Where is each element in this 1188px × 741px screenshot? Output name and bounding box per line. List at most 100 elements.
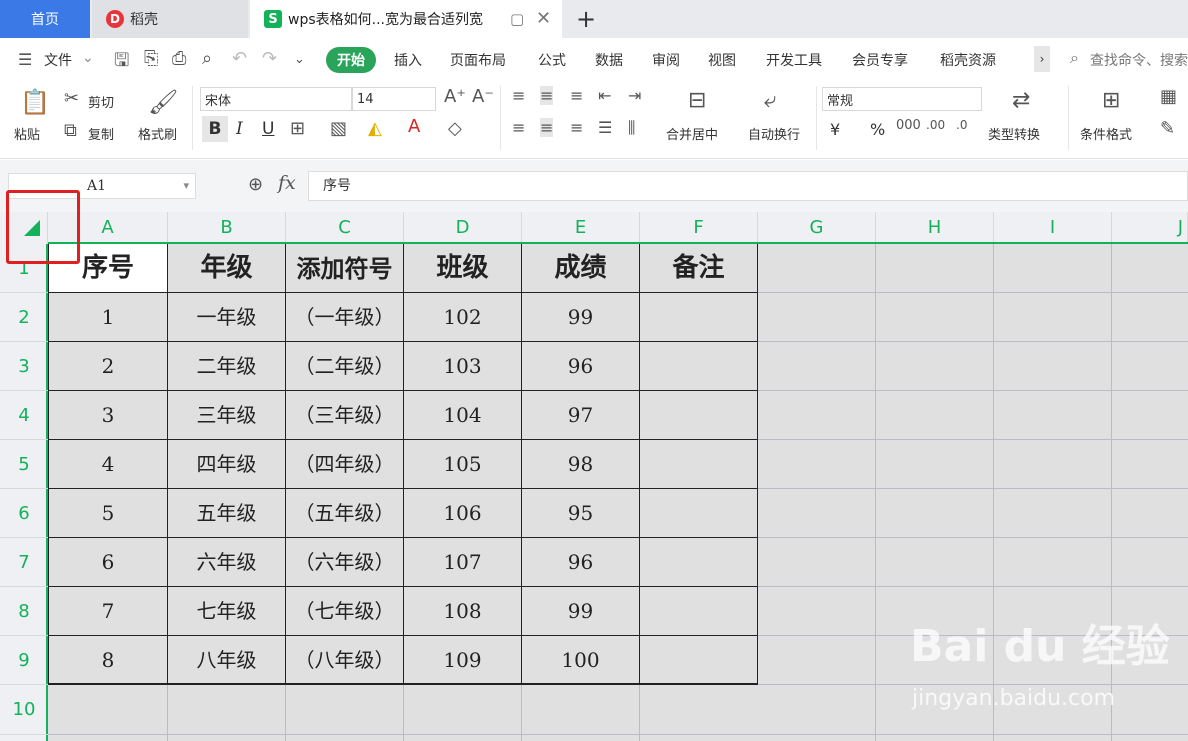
format-painter-button[interactable]: 格式刷 [138, 124, 177, 143]
column-header-F[interactable]: F [640, 212, 758, 244]
table-cell-note[interactable] [640, 342, 758, 391]
increase-indent-icon[interactable]: ⇥ [628, 86, 641, 105]
table-cell-grade[interactable]: 四年级 [168, 440, 286, 489]
tab-home[interactable]: 首页 [0, 0, 90, 38]
decrease-font-icon[interactable]: A⁻ [472, 86, 494, 107]
table-cell-class[interactable]: 104 [404, 391, 522, 440]
table-cell-seq[interactable]: 3 [48, 391, 168, 440]
table-cell-score[interactable]: 98 [522, 440, 640, 489]
row-header-9[interactable]: 9 [0, 636, 48, 685]
column-header-I[interactable]: I [994, 212, 1112, 244]
wrap-text-icon[interactable]: ⤶ [764, 88, 776, 113]
scissors-icon[interactable]: ✂ [64, 88, 79, 109]
eraser-icon[interactable]: ◇ [448, 118, 462, 139]
table-cell-symbol[interactable]: （四年级） [286, 440, 404, 489]
menu-daoke-resources[interactable]: 稻壳资源 [940, 50, 996, 70]
table-cell-grade[interactable]: 三年级 [168, 391, 286, 440]
table-cell-seq[interactable]: 5 [48, 489, 168, 538]
new-tab-button[interactable]: + [576, 5, 596, 33]
increase-font-icon[interactable]: A⁺ [444, 86, 466, 107]
table-cell-class[interactable]: 107 [404, 538, 522, 587]
type-convert-icon[interactable]: ⇄ [1012, 88, 1030, 113]
row-header-3[interactable]: 3 [0, 342, 48, 391]
table-cell-seq[interactable]: 1 [48, 293, 168, 342]
align-left-icon[interactable]: ≡ [512, 118, 525, 137]
paste-button[interactable]: 粘贴 [14, 124, 40, 143]
header-cell-symbol[interactable]: 添加符号 [286, 244, 404, 293]
align-bottom-icon[interactable]: ≡ [570, 86, 583, 105]
menu-file[interactable]: 文件 [44, 50, 72, 70]
column-header-G[interactable]: G [758, 212, 876, 244]
table-style-icon[interactable]: ▦ [1160, 86, 1177, 107]
table-cell-seq[interactable]: 2 [48, 342, 168, 391]
more-quick-access-icon[interactable]: ⌄ [294, 52, 305, 67]
table-cell-symbol[interactable]: （六年级） [286, 538, 404, 587]
header-cell-score[interactable]: 成绩 [522, 244, 640, 293]
table-cell-score[interactable]: 99 [522, 587, 640, 636]
header-cell-class[interactable]: 班级 [404, 244, 522, 293]
print-preview-icon[interactable]: ⌕ [202, 48, 212, 69]
font-name-select[interactable]: 宋体 [200, 87, 352, 111]
row-header-10[interactable]: 10 [0, 685, 48, 735]
table-cell-score[interactable]: 100 [522, 636, 640, 685]
currency-button[interactable]: ¥ [830, 120, 840, 139]
table-cell-symbol[interactable]: （七年级） [286, 587, 404, 636]
increase-decimal-icon[interactable]: .00 [926, 118, 945, 132]
paste-icon[interactable]: 📋 [20, 88, 50, 116]
conditional-format-button[interactable]: 条件格式 [1080, 124, 1132, 143]
distributed-icon[interactable]: ⫼ [628, 118, 635, 138]
type-convert-button[interactable]: 类型转换 [988, 124, 1040, 143]
align-center-icon[interactable]: ≡ [540, 118, 554, 137]
table-cell-score[interactable]: 96 [522, 342, 640, 391]
chevron-down-icon[interactable]: ⌄ [82, 50, 94, 66]
table-cell-symbol[interactable]: （二年级） [286, 342, 404, 391]
table-cell-note[interactable] [640, 391, 758, 440]
menu-start[interactable]: 开始 [326, 47, 376, 73]
table-cell-score[interactable]: 95 [522, 489, 640, 538]
menu-view[interactable]: 视图 [708, 50, 736, 70]
fill-pattern-icon[interactable]: ▧ [330, 118, 347, 139]
underline-button[interactable]: U [262, 116, 274, 142]
menu-data[interactable]: 数据 [595, 50, 623, 70]
table-cell-grade[interactable]: 一年级 [168, 293, 286, 342]
row-header-2[interactable]: 2 [0, 293, 48, 342]
menu-developer[interactable]: 开发工具 [766, 50, 822, 70]
wrap-text-button[interactable]: 自动换行 [748, 124, 800, 143]
redo-icon[interactable]: ↷ [262, 48, 277, 69]
export-icon[interactable]: ⎘ [144, 48, 158, 69]
percent-button[interactable]: % [870, 120, 885, 139]
table-cell-note[interactable] [640, 587, 758, 636]
font-size-select[interactable]: 14 [352, 87, 436, 111]
conditional-format-icon[interactable]: ⊞ [1102, 88, 1120, 113]
bold-button[interactable]: B [202, 116, 228, 142]
align-middle-icon[interactable]: ≡ [540, 86, 554, 105]
formula-input[interactable]: 序号 [308, 171, 1188, 201]
table-cell-seq[interactable]: 4 [48, 440, 168, 489]
italic-button[interactable]: I [236, 116, 243, 142]
menu-member[interactable]: 会员专享 [852, 50, 908, 70]
table-cell-grade[interactable]: 六年级 [168, 538, 286, 587]
zoom-formula-icon[interactable]: ⊕ [248, 174, 263, 195]
table-cell-grade[interactable]: 二年级 [168, 342, 286, 391]
tab-daoke[interactable]: D 稻壳 [92, 0, 248, 38]
copy-icon[interactable]: ⧉ [64, 120, 77, 141]
merge-center-button[interactable]: 合并居中 [666, 124, 718, 143]
copy-button[interactable]: 复制 [88, 124, 114, 143]
row-header-4[interactable]: 4 [0, 391, 48, 440]
thousands-separator-icon[interactable]: 000 [896, 118, 921, 133]
column-header-J[interactable]: J [1112, 212, 1188, 244]
column-header-B[interactable]: B [168, 212, 286, 244]
table-cell-symbol[interactable]: （一年级） [286, 293, 404, 342]
justify-icon[interactable]: ☰ [598, 118, 612, 137]
header-cell-note[interactable]: 备注 [640, 244, 758, 293]
table-cell-class[interactable]: 108 [404, 587, 522, 636]
fx-icon[interactable]: fx [278, 172, 296, 194]
table-cell-class[interactable]: 105 [404, 440, 522, 489]
align-top-icon[interactable]: ≡ [512, 86, 525, 105]
menu-review[interactable]: 审阅 [652, 50, 680, 70]
menu-page-layout[interactable]: 页面布局 [450, 50, 506, 70]
column-header-H[interactable]: H [876, 212, 994, 244]
table-cell-note[interactable] [640, 440, 758, 489]
save-icon[interactable]: 🖫 [114, 48, 129, 78]
format-painter-icon[interactable]: 🖌 [148, 88, 178, 116]
